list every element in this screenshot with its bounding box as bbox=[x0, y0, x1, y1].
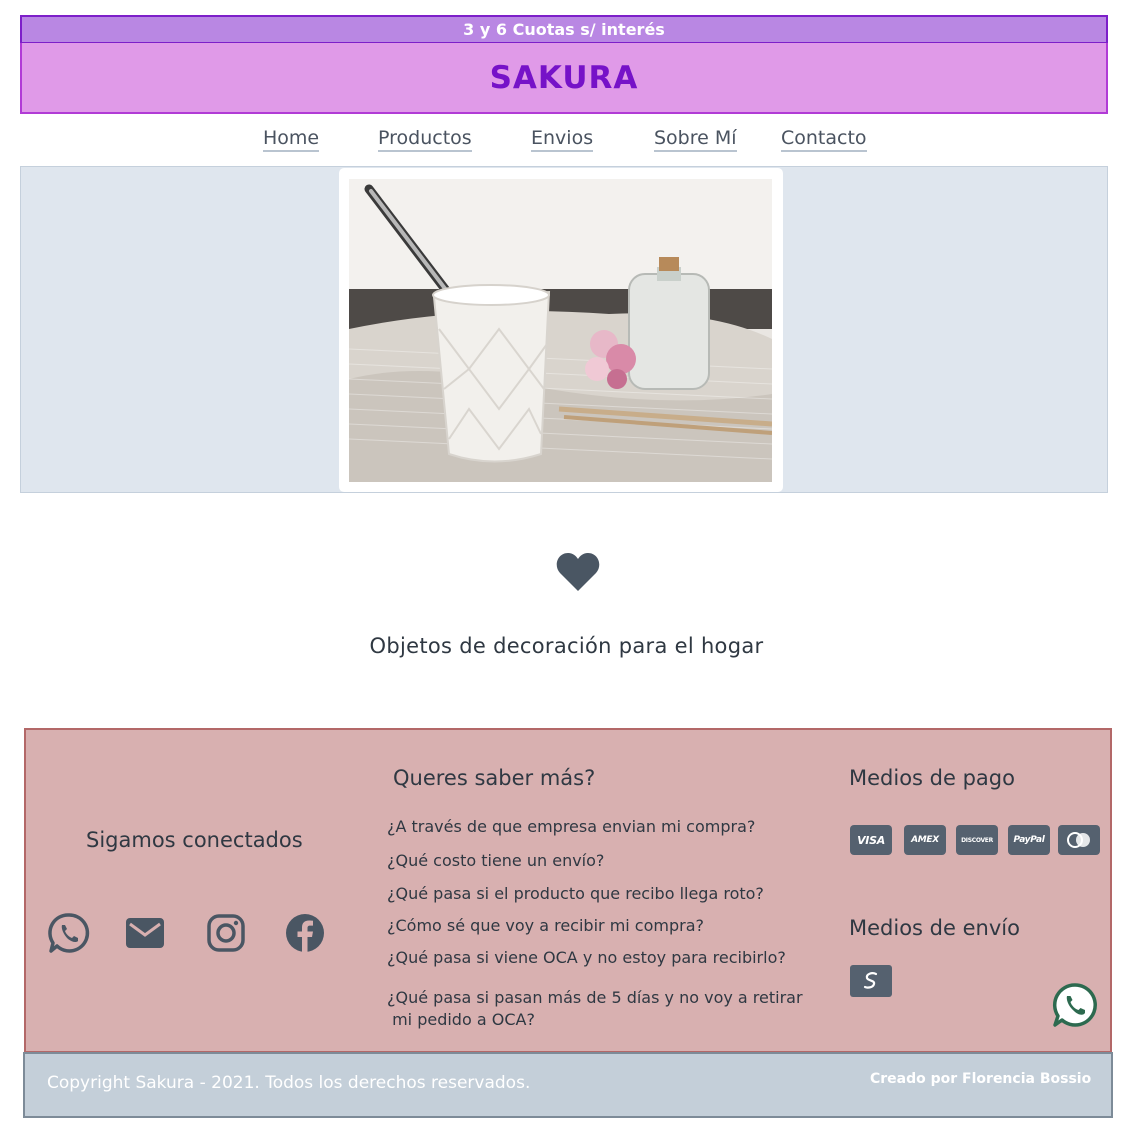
nav-sobre-mi[interactable]: Sobre Mí bbox=[654, 127, 737, 152]
mail-icon[interactable] bbox=[124, 912, 166, 954]
oca-icon bbox=[850, 965, 892, 997]
main-nav: Home Productos Envios Sobre Mí Contacto bbox=[0, 124, 1133, 156]
faq-item[interactable]: ¿Qué pasa si viene OCA y no estoy para r… bbox=[387, 947, 786, 969]
shipping-title: Medios de envío bbox=[849, 916, 1020, 940]
heart-icon bbox=[556, 553, 600, 591]
social-title: Sigamos conectados bbox=[86, 828, 303, 852]
paypal-icon: PayPal bbox=[1008, 825, 1050, 855]
site-logo-title[interactable]: SAKURA bbox=[490, 60, 639, 96]
visa-icon: VISA bbox=[850, 825, 892, 855]
whatsapp-icon[interactable] bbox=[48, 912, 90, 954]
amex-icon: AMEX bbox=[904, 825, 946, 855]
promo-text: 3 y 6 Cuotas s/ interés bbox=[463, 20, 665, 39]
faq-item[interactable]: ¿Cómo sé que voy a recibir mi compra? bbox=[387, 915, 704, 937]
faq-item[interactable]: ¿Qué pasa si el producto que recibo lleg… bbox=[387, 883, 764, 905]
faq-item[interactable]: ¿Qué pasa si pasan más de 5 días y no vo… bbox=[387, 987, 803, 1009]
mastercard-circles-icon bbox=[1067, 832, 1090, 848]
author-credit: Creado por Florencia Bossio bbox=[870, 1071, 1092, 1087]
faq-item-continued[interactable]: mi pedido a OCA? bbox=[387, 1009, 535, 1031]
nav-productos[interactable]: Productos bbox=[378, 127, 472, 152]
nav-home[interactable]: Home bbox=[263, 127, 320, 152]
tagline: Objetos de decoración para el hogar bbox=[369, 634, 764, 658]
site-header: SAKURA bbox=[20, 43, 1108, 114]
payment-title: Medios de pago bbox=[849, 766, 1015, 790]
faq-item[interactable]: ¿A través de que empresa envian mi compr… bbox=[387, 816, 755, 838]
copyright-bar: Copyright Sakura - 2021. Todos los derec… bbox=[23, 1052, 1113, 1118]
nav-contacto[interactable]: Contacto bbox=[781, 127, 867, 152]
hero-image bbox=[349, 179, 772, 482]
promo-bar: 3 y 6 Cuotas s/ interés bbox=[20, 15, 1108, 44]
discover-icon: DISCOVER bbox=[956, 825, 998, 855]
nav-envios[interactable]: Envios bbox=[531, 127, 594, 152]
hero-card bbox=[339, 168, 783, 492]
facebook-icon[interactable] bbox=[284, 912, 326, 954]
hero-section bbox=[20, 166, 1108, 493]
copyright-text: Copyright Sakura - 2021. Todos los derec… bbox=[47, 1073, 531, 1093]
mastercard-icon bbox=[1058, 825, 1100, 855]
faq-item[interactable]: ¿Qué costo tiene un envío? bbox=[387, 850, 604, 872]
oca-logo-icon bbox=[863, 972, 878, 989]
site-footer: Sigamos conectados Queres saber más? ¿A … bbox=[24, 728, 1112, 1053]
faq-title: Queres saber más? bbox=[393, 766, 596, 790]
whatsapp-floating-button[interactable] bbox=[1052, 982, 1098, 1028]
instagram-icon[interactable] bbox=[205, 912, 247, 954]
